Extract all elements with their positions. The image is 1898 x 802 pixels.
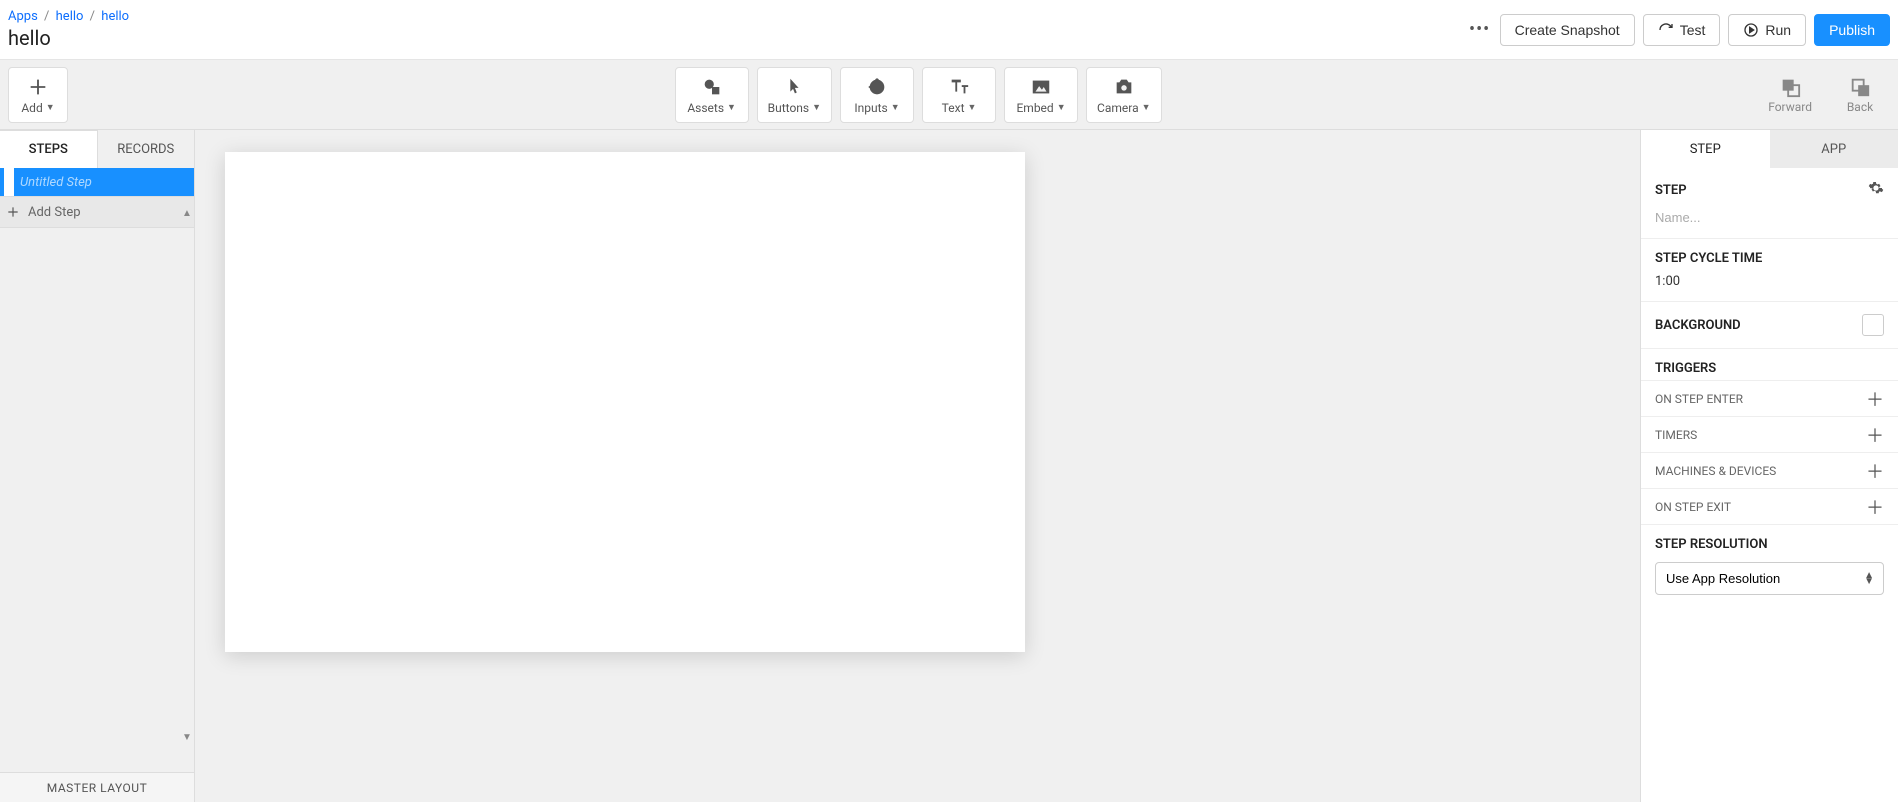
resolution-section: STEP RESOLUTION Use App Resolution ▲▼: [1641, 525, 1898, 607]
left-tabs: STEPS RECORDS: [0, 130, 194, 168]
back-button[interactable]: Back: [1830, 67, 1890, 123]
step-item[interactable]: Untitled Step: [0, 168, 194, 196]
header-left: Apps / hello / hello hello: [8, 9, 1468, 50]
add-trigger-exit[interactable]: ＋: [1866, 494, 1884, 520]
text-icon: [948, 76, 970, 98]
trigger-on-step-exit: ON STEP EXIT ＋: [1641, 489, 1898, 525]
refresh-icon: [1658, 22, 1674, 38]
header-right: ••• Create Snapshot Test Run Publish: [1468, 14, 1890, 46]
trigger-on-step-enter: ON STEP ENTER ＋: [1641, 381, 1898, 417]
embed-tool-button[interactable]: Embed▼: [1004, 67, 1078, 123]
breadcrumb-apps[interactable]: Apps: [8, 9, 38, 24]
tab-records[interactable]: RECORDS: [98, 130, 195, 168]
triggers-title: TRIGGERS: [1655, 361, 1884, 376]
breadcrumb-group[interactable]: hello: [56, 9, 84, 24]
create-snapshot-button[interactable]: Create Snapshot: [1500, 14, 1635, 46]
send-back-icon: [1849, 76, 1871, 98]
step-list: Untitled Step Add Step ▲ ▼: [0, 168, 194, 772]
play-icon: [1743, 22, 1759, 38]
inputs-icon: [866, 76, 888, 98]
background-section: BACKGROUND: [1641, 302, 1898, 349]
step-label: Untitled Step: [20, 175, 92, 190]
right-tabs: STEP APP: [1641, 130, 1898, 168]
breadcrumb-sep: /: [90, 9, 95, 24]
text-tool-button[interactable]: Text▼: [922, 67, 996, 123]
toolbar: Add▼ Assets▼ Buttons▼ Inputs▼ Text▼ Embe…: [0, 60, 1898, 130]
scroll-down-icon[interactable]: ▼: [182, 732, 192, 742]
test-button[interactable]: Test: [1643, 14, 1721, 46]
cycle-time-title: STEP CYCLE TIME: [1655, 251, 1884, 266]
background-color-swatch[interactable]: [1862, 314, 1884, 336]
plus-icon: [6, 205, 20, 219]
cycle-time-section: STEP CYCLE TIME 1:00: [1641, 239, 1898, 302]
add-step-button[interactable]: Add Step: [0, 196, 194, 228]
assets-icon: [701, 76, 723, 98]
add-trigger-enter[interactable]: ＋: [1866, 386, 1884, 412]
add-trigger-machine[interactable]: ＋: [1866, 458, 1884, 484]
page-title: hello: [8, 26, 1468, 50]
drag-handle[interactable]: [4, 168, 14, 196]
trigger-machines-devices: MACHINES & DEVICES ＋: [1641, 453, 1898, 489]
camera-tool-button[interactable]: Camera▼: [1086, 67, 1162, 123]
right-panel: STEP APP STEP STEP CYCLE TIME 1:00 BACKG…: [1640, 130, 1898, 802]
breadcrumb-sep: /: [44, 9, 49, 24]
canvas[interactable]: [225, 152, 1025, 652]
inputs-tool-button[interactable]: Inputs▼: [840, 67, 914, 123]
resolution-title: STEP RESOLUTION: [1655, 537, 1884, 552]
more-menu-icon[interactable]: •••: [1468, 19, 1492, 40]
add-tool-button[interactable]: Add▼: [8, 67, 68, 123]
background-title: BACKGROUND: [1655, 318, 1741, 333]
left-panel: STEPS RECORDS Untitled Step Add Step ▲ ▼…: [0, 130, 195, 802]
add-trigger-timer[interactable]: ＋: [1866, 422, 1884, 448]
buttons-tool-button[interactable]: Buttons▼: [757, 67, 832, 123]
cycle-time-value[interactable]: 1:00: [1655, 274, 1884, 289]
plus-icon: [27, 76, 49, 98]
bring-forward-icon: [1779, 76, 1801, 98]
triggers-section: TRIGGERS: [1641, 349, 1898, 381]
gear-icon[interactable]: [1868, 180, 1884, 200]
trigger-timers: TIMERS ＋: [1641, 417, 1898, 453]
step-section-title: STEP: [1655, 183, 1687, 198]
breadcrumb: Apps / hello / hello: [8, 9, 1468, 24]
master-layout-button[interactable]: MASTER LAYOUT: [0, 772, 194, 802]
camera-icon: [1113, 76, 1135, 98]
tab-steps[interactable]: STEPS: [0, 130, 98, 168]
resolution-select[interactable]: Use App Resolution: [1655, 562, 1884, 595]
publish-button[interactable]: Publish: [1814, 14, 1890, 46]
image-icon: [1030, 76, 1052, 98]
step-section: STEP: [1641, 168, 1898, 239]
forward-button[interactable]: Forward: [1758, 67, 1822, 123]
main: STEPS RECORDS Untitled Step Add Step ▲ ▼…: [0, 130, 1898, 802]
scroll-up-icon[interactable]: ▲: [182, 208, 192, 218]
tab-app[interactable]: APP: [1770, 130, 1898, 168]
breadcrumb-app[interactable]: hello: [101, 9, 129, 24]
header: Apps / hello / hello hello ••• Create Sn…: [0, 0, 1898, 60]
caret-down-icon: ▼: [46, 102, 55, 113]
tab-step[interactable]: STEP: [1641, 130, 1770, 168]
assets-tool-button[interactable]: Assets▼: [675, 67, 749, 123]
run-button[interactable]: Run: [1728, 14, 1806, 46]
pointer-icon: [783, 76, 805, 98]
step-name-input[interactable]: [1655, 210, 1884, 225]
canvas-area: [195, 130, 1640, 802]
